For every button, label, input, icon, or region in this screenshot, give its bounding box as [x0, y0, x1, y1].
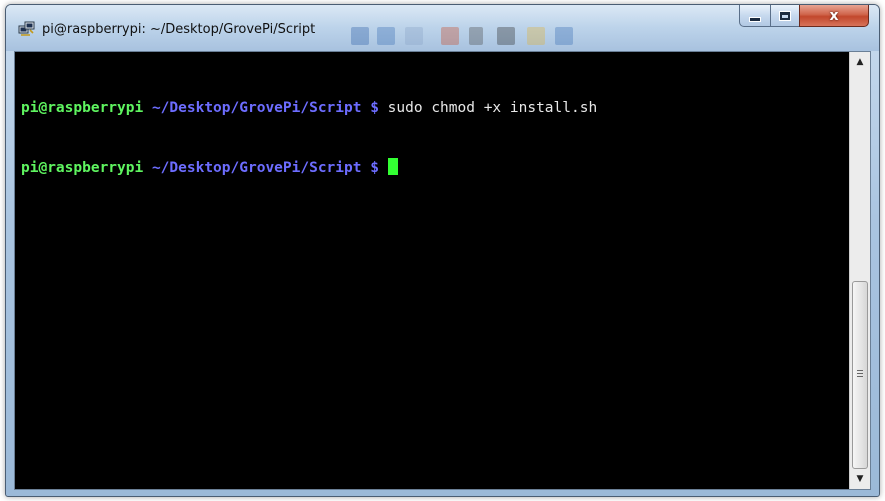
arrow-down-icon: ▼	[856, 474, 864, 484]
grip-icon	[857, 370, 863, 379]
close-icon: x	[829, 7, 839, 24]
window-title: pi@raspberrypi: ~/Desktop/GrovePi/Script	[42, 22, 316, 37]
maximize-icon	[779, 10, 791, 21]
terminal-line: pi@raspberrypi ~/Desktop/GrovePi/Script …	[21, 158, 849, 178]
terminal-line: pi@raspberrypi ~/Desktop/GrovePi/Script …	[21, 98, 849, 118]
scroll-down-button[interactable]: ▼	[850, 470, 870, 488]
prompt-user: pi@raspberrypi	[21, 100, 144, 116]
putty-terminal-icon[interactable]	[18, 21, 36, 37]
prompt-symbol: $	[370, 100, 379, 116]
terminal-window: pi@raspberrypi: ~/Desktop/GrovePi/Script…	[5, 4, 880, 497]
prompt-path: ~/Desktop/GrovePi/Script	[151, 160, 362, 176]
title-bar[interactable]: pi@raspberrypi: ~/Desktop/GrovePi/Script…	[6, 5, 879, 51]
terminal-output[interactable]: pi@raspberrypi ~/Desktop/GrovePi/Script …	[15, 52, 849, 489]
scrollbar-thumb[interactable]	[852, 281, 868, 469]
prompt-path: ~/Desktop/GrovePi/Script	[151, 100, 362, 116]
text-cursor	[387, 158, 398, 175]
arrow-up-icon: ▲	[856, 57, 864, 67]
scroll-up-button[interactable]: ▲	[850, 53, 870, 71]
background-taskbar-reflection	[351, 27, 711, 45]
vertical-scrollbar[interactable]: ▲ ▼	[849, 52, 870, 489]
minimize-button[interactable]	[739, 5, 771, 27]
maximize-button[interactable]	[770, 5, 800, 27]
close-button[interactable]: x	[799, 5, 869, 27]
caption-buttons: x	[739, 5, 871, 27]
command-text: sudo chmod +x install.sh	[387, 100, 598, 116]
minimize-icon	[749, 17, 761, 22]
terminal-client-area[interactable]: pi@raspberrypi ~/Desktop/GrovePi/Script …	[14, 51, 871, 490]
prompt-user: pi@raspberrypi	[21, 160, 144, 176]
prompt-symbol: $	[370, 160, 379, 176]
